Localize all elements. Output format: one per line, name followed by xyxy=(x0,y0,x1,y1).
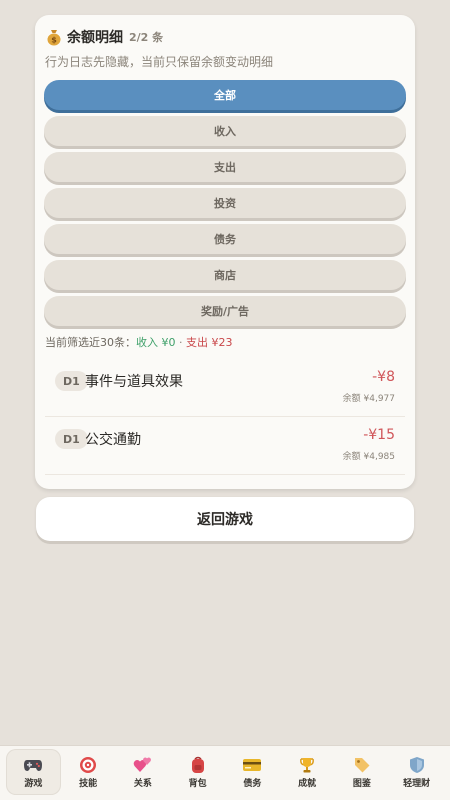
trophy-icon xyxy=(297,756,317,774)
entry-amount: -¥15 xyxy=(363,427,395,443)
filter-all-button[interactable]: 全部 xyxy=(44,80,406,110)
credit-card-icon xyxy=(242,756,262,774)
tab-label: 轻理财 xyxy=(403,778,431,789)
day-badge: D1 xyxy=(55,371,88,391)
tab-relations[interactable]: 关系 xyxy=(116,749,171,795)
tab-backpack[interactable]: 背包 xyxy=(170,749,225,795)
tab-label: 成就 xyxy=(298,778,317,789)
filter-shop-button[interactable]: 商店 xyxy=(44,260,406,290)
filter-reward-ad-button[interactable]: 奖励/广告 xyxy=(44,296,406,326)
balance-detail-card: $ 余额明细 2/2 条 行为日志先隐藏，当前只保留余额变动明细 全部 收入 支… xyxy=(35,15,415,489)
bottom-tab-bar: 游戏 技能 关系 背包 债务 成就 图鉴 轻理财 xyxy=(0,745,450,800)
filter-summary: 当前筛选近30条：收入 ¥0 · 支出 ¥23 xyxy=(45,334,233,350)
filter-list: 全部 收入 支出 投资 债务 商店 奖励/广告 xyxy=(44,80,406,332)
target-icon xyxy=(78,756,98,774)
gamepad-icon xyxy=(23,756,43,774)
back-to-game-button[interactable]: 返回游戏 xyxy=(36,497,414,541)
backpack-icon xyxy=(188,756,208,774)
filter-income-button[interactable]: 收入 xyxy=(44,116,406,146)
summary-separator: · xyxy=(175,336,186,349)
transaction-list: D1 事件与道具效果 -¥8 余额 ¥4,977 D1 公交通勤 -¥15 余额… xyxy=(45,359,405,475)
tab-label: 背包 xyxy=(188,778,207,789)
tab-label: 图鉴 xyxy=(352,778,371,789)
tab-label: 游戏 xyxy=(24,778,43,789)
tab-debt[interactable]: 债务 xyxy=(225,749,280,795)
card-header: $ 余额明细 2/2 条 xyxy=(45,25,163,49)
entry-description: 事件与道具效果 xyxy=(85,374,183,390)
tab-label: 债务 xyxy=(243,778,262,789)
filter-debt-button[interactable]: 债务 xyxy=(44,224,406,254)
entry-balance: 余额 ¥4,985 xyxy=(342,452,395,462)
hearts-icon xyxy=(133,756,153,774)
filter-investment-button[interactable]: 投资 xyxy=(44,188,406,218)
tab-skills[interactable]: 技能 xyxy=(61,749,116,795)
money-bag-icon: $ xyxy=(45,28,63,46)
tab-light-finance[interactable]: 轻理财 xyxy=(389,749,444,795)
day-badge: D1 xyxy=(55,429,88,449)
list-item: D1 事件与道具效果 -¥8 余额 ¥4,977 xyxy=(45,359,405,417)
tab-label: 关系 xyxy=(133,778,152,789)
card-title: 余额明细 xyxy=(67,30,123,46)
entry-balance: 余额 ¥4,977 xyxy=(342,394,395,404)
tab-collection[interactable]: 图鉴 xyxy=(335,749,390,795)
entry-amount: -¥8 xyxy=(372,369,395,385)
entry-description: 公交通勤 xyxy=(85,432,141,448)
tag-icon xyxy=(352,756,372,774)
summary-expense: 支出 ¥23 xyxy=(186,336,233,349)
entry-count: 2/2 条 xyxy=(129,31,164,44)
card-subtitle: 行为日志先隐藏，当前只保留余额变动明细 xyxy=(45,55,274,69)
summary-prefix: 当前筛选近30条： xyxy=(45,336,136,349)
filter-expense-button[interactable]: 支出 xyxy=(44,152,406,182)
shield-icon xyxy=(407,756,427,774)
tab-achievements[interactable]: 成就 xyxy=(280,749,335,795)
list-item: D1 公交通勤 -¥15 余额 ¥4,985 xyxy=(45,417,405,475)
tab-label: 技能 xyxy=(79,778,98,789)
tab-game[interactable]: 游戏 xyxy=(6,749,61,795)
summary-income: 收入 ¥0 xyxy=(136,336,176,349)
svg-text:$: $ xyxy=(51,36,57,45)
